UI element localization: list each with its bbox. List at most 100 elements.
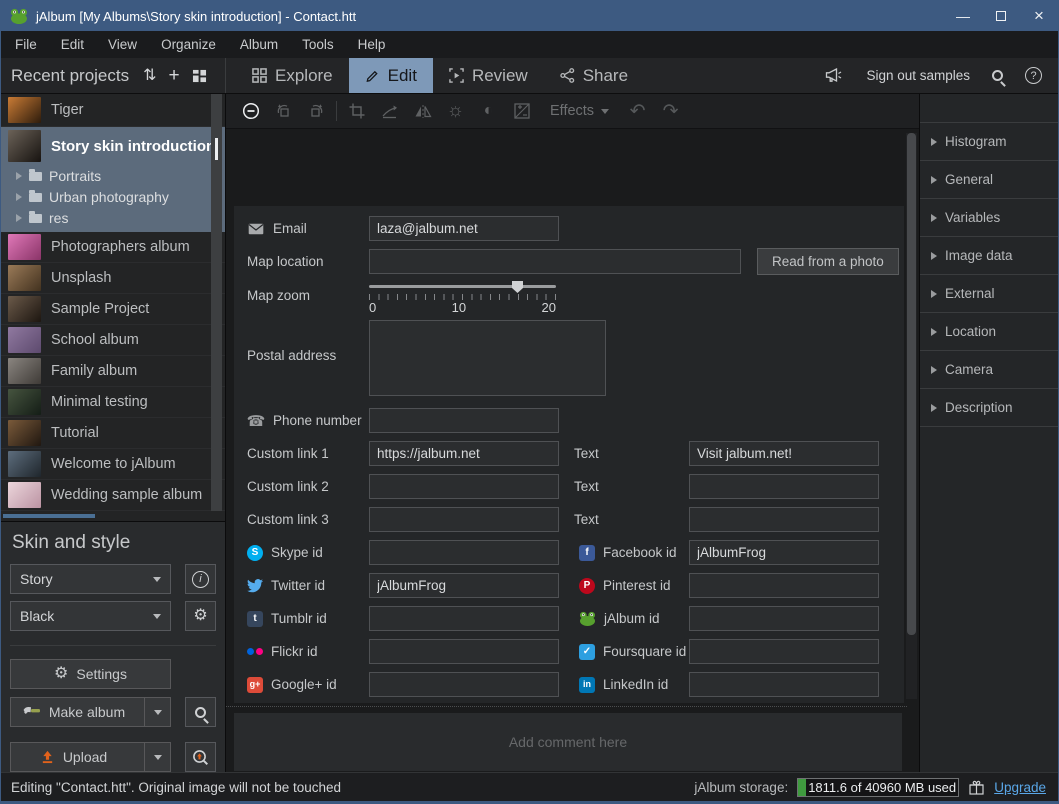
linkedin-id-field[interactable] [689,672,879,697]
upload-dropdown[interactable] [144,743,170,771]
jalbum-id-field[interactable] [689,606,879,631]
scrollbar-thumb[interactable] [907,133,916,635]
exclude-image-button[interactable] [234,102,267,120]
menu-tools[interactable]: Tools [290,31,346,58]
preview-album-button[interactable] [185,697,216,727]
twitter-id-field[interactable] [369,573,559,598]
expand-arrow-icon[interactable] [16,172,22,180]
read-from-photo-button[interactable]: Read from a photo [757,248,899,275]
upgrade-link[interactable]: Upgrade [994,780,1046,795]
scrollbar-thumb[interactable] [215,138,218,160]
phone-number-field[interactable] [369,408,559,433]
crop-button[interactable] [340,103,373,119]
sort-projects-icon[interactable]: ⇅ [143,68,156,84]
comment-field[interactable]: Add comment here [234,713,902,771]
custom-link-1-url-field[interactable] [369,441,559,466]
menu-help[interactable]: Help [346,31,398,58]
section-general[interactable]: General [920,161,1058,199]
pinterest-id-field[interactable] [689,573,879,598]
menu-edit[interactable]: Edit [49,31,96,58]
tab-edit[interactable]: Edit [349,58,433,93]
project-row-school-album[interactable]: School album [1,325,225,356]
section-variables[interactable]: Variables [920,199,1058,237]
make-album-button[interactable]: Make album [10,697,171,727]
sign-out-link[interactable]: Sign out samples [866,68,970,83]
minimize-button[interactable]: — [944,1,982,31]
announcements-icon[interactable] [824,67,844,84]
project-row-tutorial[interactable]: Tutorial [1,418,225,449]
rotate-right-button[interactable] [300,103,333,119]
expand-arrow-icon[interactable] [16,214,22,222]
style-settings-button[interactable]: ⚙ [185,601,216,631]
help-icon[interactable]: ? [1025,67,1042,84]
style-select[interactable]: Black [10,601,171,631]
section-image-data[interactable]: Image data [920,237,1058,275]
tab-share[interactable]: Share [544,58,644,93]
levels-button[interactable] [505,103,538,119]
project-row-sample-project[interactable]: Sample Project [1,294,225,325]
folder-row-urban-photography[interactable]: Urban photography [1,186,225,207]
tumblr-id-field[interactable] [369,606,559,631]
folder-row-res[interactable]: res [1,207,225,228]
tab-explore[interactable]: Explore [236,58,349,93]
project-row-tiger[interactable]: Tiger [1,94,225,127]
flip-button[interactable] [406,104,439,119]
custom-link-1-text-field[interactable] [689,441,879,466]
googleplus-id-field[interactable] [369,672,559,697]
postal-address-field[interactable] [369,320,606,396]
section-camera[interactable]: Camera [920,351,1058,389]
project-row-family-album[interactable]: Family album [1,356,225,387]
map-zoom-slider[interactable]: 0 10 20 [369,280,556,315]
skin-select[interactable]: Story [10,564,171,594]
section-histogram[interactable]: Histogram [920,123,1058,161]
undo-button[interactable]: ↶ [621,100,654,123]
skype-id-field[interactable] [369,540,559,565]
section-description[interactable]: Description [920,389,1058,427]
project-row-story-skin-introduction[interactable]: Story skin introduction [1,127,225,165]
settings-button[interactable]: ⚙ Settings [10,659,171,689]
flickr-id-field[interactable] [369,639,559,664]
upload-button[interactable]: Upload [10,742,171,772]
rotate-left-button[interactable] [267,103,300,119]
project-row-photographers-album[interactable]: Photographers album [1,232,225,263]
contrast-button[interactable]: ◐ [472,102,505,120]
custom-link-2-text-field[interactable] [689,474,879,499]
project-row-welcome-to-jalbum[interactable]: Welcome to jAlbum [1,449,225,480]
map-location-field[interactable] [369,249,741,274]
menu-organize[interactable]: Organize [149,31,228,58]
projects-view-icon[interactable] [192,69,207,83]
preview-uploaded-button[interactable] [185,742,216,772]
foursquare-id-field[interactable] [689,639,879,664]
project-list-scrollbar[interactable] [211,94,222,511]
brightness-button[interactable]: ☼ [439,100,472,122]
section-external[interactable]: External [920,275,1058,313]
facebook-id-field[interactable] [689,540,879,565]
menu-album[interactable]: Album [228,31,290,58]
custom-link-3-text-field[interactable] [689,507,879,532]
search-icon[interactable] [992,70,1003,81]
folder-row-portraits[interactable]: Portraits [1,165,225,186]
skin-info-button[interactable]: i [185,564,216,594]
expand-arrow-icon[interactable] [16,193,22,201]
main-scrollbar[interactable] [906,133,917,699]
menu-view[interactable]: View [96,31,149,58]
tab-review[interactable]: Review [433,58,544,93]
close-button[interactable]: × [1020,1,1058,31]
email-field[interactable] [369,216,559,241]
make-album-dropdown[interactable] [144,698,170,726]
add-project-icon[interactable]: + [169,66,180,85]
project-row-wedding-sample-album[interactable]: Wedding sample album [1,480,225,511]
straighten-button[interactable] [373,104,406,119]
project-list-hscrollbar-thumb[interactable] [3,514,95,518]
custom-link-2-url-field[interactable] [369,474,559,499]
menu-file[interactable]: File [3,31,49,58]
custom-link-3-url-field[interactable] [369,507,559,532]
gift-icon[interactable] [968,779,985,795]
maximize-button[interactable] [982,1,1020,31]
project-row-minimal-testing[interactable]: Minimal testing [1,387,225,418]
section-location[interactable]: Location [920,313,1058,351]
effects-dropdown[interactable]: Effects [550,103,609,119]
project-row-unsplash[interactable]: Unsplash [1,263,225,294]
redo-button[interactable]: ↷ [654,100,687,123]
slider-thumb[interactable] [512,281,523,293]
